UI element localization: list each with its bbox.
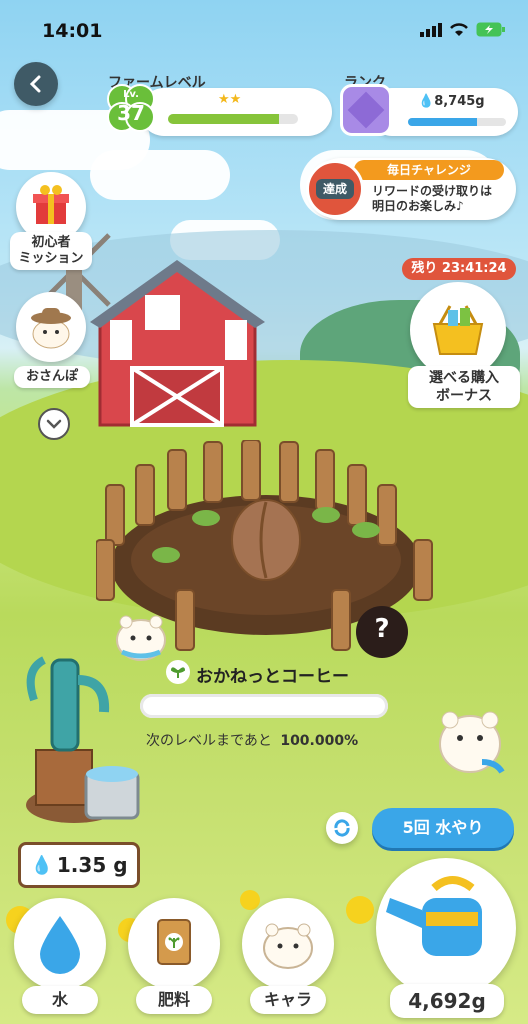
water-button[interactable]	[14, 898, 106, 990]
fertilizer-button[interactable]	[128, 898, 220, 990]
hamster-explorer-icon	[31, 308, 71, 349]
expand-button[interactable]	[38, 408, 70, 440]
rank-currency-value: 8,745g	[434, 94, 485, 109]
status-icons	[420, 22, 506, 37]
status-time: 14:01	[42, 20, 103, 42]
cloud	[90, 150, 230, 200]
level-value: 37	[117, 101, 145, 125]
character-button[interactable]	[242, 898, 334, 990]
beginner-mission-label: 初心者 ミッション	[10, 232, 92, 270]
water-amount-value: 1.35 g	[56, 853, 128, 877]
character-button-label: キャラ	[250, 986, 326, 1014]
sprout-icon	[166, 660, 190, 684]
rank-currency: 💧8,745g	[418, 94, 485, 109]
refresh-button[interactable]	[326, 812, 358, 844]
signal-icon	[420, 22, 442, 37]
walk-label: おさんぽ	[14, 366, 90, 388]
back-button[interactable]	[14, 62, 58, 106]
next-level-value: 100.000%	[280, 733, 359, 749]
message-line: リワードの受け取りは	[372, 184, 493, 198]
next-level-text: 次のレベルまであと	[146, 733, 272, 749]
water-drop-icon: 💧	[418, 94, 435, 109]
label-line: ミッション	[18, 251, 84, 266]
label-line: 選べる購入	[429, 370, 499, 386]
fertilizer-button-label: 肥料	[136, 986, 212, 1014]
water-button-label: 水	[22, 986, 98, 1014]
purchase-bonus-button[interactable]	[410, 282, 506, 378]
purchase-bonus-label: 選べる購入 ボーナス	[408, 366, 520, 408]
water-action-button[interactable]: 5回 水やり	[372, 808, 514, 848]
watering-can-button[interactable]	[376, 858, 516, 998]
label-line: ボーナス	[436, 388, 492, 404]
clover-level-badge: Lv. 37	[105, 82, 157, 134]
rank-progress	[408, 118, 506, 126]
chevron-left-icon	[29, 75, 41, 93]
walk-button[interactable]	[16, 292, 86, 362]
bonus-timer: 残り 23:41:24	[402, 258, 516, 280]
farm-level-progress-fill	[168, 114, 279, 124]
next-level-label: 次のレベルまであと 100.000%	[146, 730, 358, 750]
question-mark-icon: ?	[374, 614, 390, 644]
hamster-character[interactable]	[432, 702, 508, 778]
crop-level-progress	[140, 694, 388, 718]
label-line: 初心者	[31, 235, 71, 250]
rank-progress-fill	[408, 118, 477, 126]
farm-level-panel: ★★	[140, 88, 332, 136]
water-drop-icon: 💧	[30, 854, 53, 876]
message-line: 明日のお楽しみ♪	[372, 199, 464, 213]
crop-name: おかねっとコーヒー	[196, 667, 349, 687]
total-currency: 4,692g	[390, 984, 504, 1018]
daily-challenge-title: 毎日チャレンジ	[354, 160, 504, 180]
farm-screen: 14:01 ファームレベル ★★ Lv. 37 ランク 💧8,745g 毎日チャ…	[0, 0, 528, 1024]
hamster-icon	[263, 923, 313, 969]
stars: ★★	[218, 92, 242, 107]
barn-icon	[90, 260, 265, 430]
daily-challenge-message: リワードの受け取りは 明日のお楽しみ♪	[372, 184, 492, 214]
water-pump-icon	[14, 640, 144, 830]
rank-emblem-icon	[340, 84, 392, 136]
mystery-character[interactable]: ?	[356, 606, 408, 658]
chevron-down-icon	[46, 419, 62, 429]
fertilizer-bag-icon	[157, 919, 191, 965]
basket-icon	[432, 305, 484, 355]
watering-can-icon	[386, 876, 482, 956]
water-drop-icon	[40, 916, 80, 974]
achieved-badge: 達成	[316, 179, 354, 199]
level-prefix: Lv.	[123, 89, 139, 100]
refresh-icon	[334, 819, 350, 837]
wifi-icon	[450, 23, 468, 36]
farm-level-progress	[168, 114, 298, 124]
battery-charging-icon	[476, 22, 505, 37]
challenge-jar-icon: 達成	[306, 160, 364, 218]
